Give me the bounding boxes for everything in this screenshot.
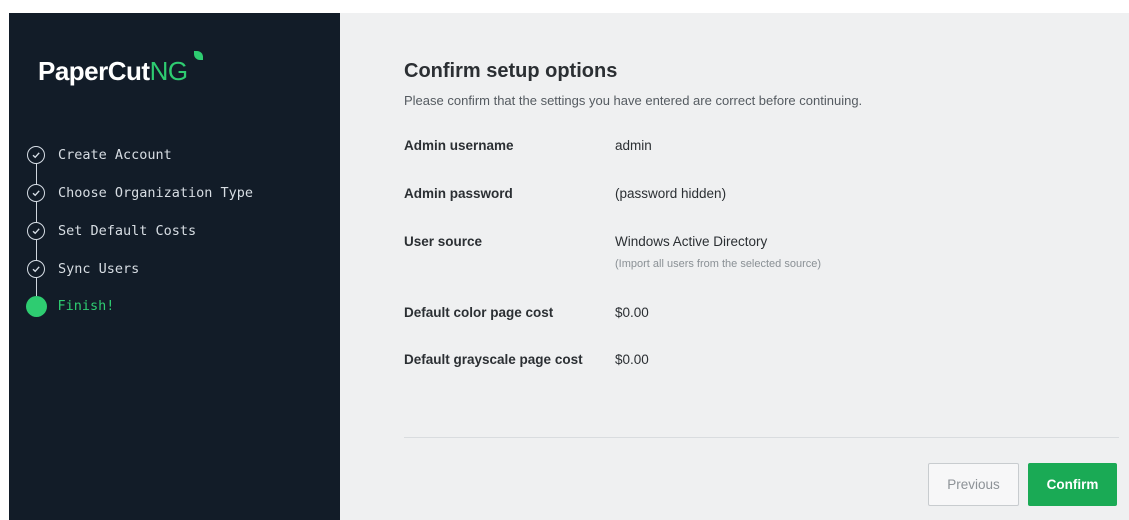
page-subtitle: Please confirm that the settings you hav… — [404, 93, 863, 108]
logo-leaf-icon — [194, 51, 203, 60]
user-source-value: Windows Active Directory — [615, 234, 768, 249]
check-circle-icon — [27, 222, 45, 240]
admin-password-value: (password hidden) — [615, 186, 727, 201]
main-panel: Confirm setup options Please confirm tha… — [340, 13, 1129, 520]
admin-username-value: admin — [615, 138, 652, 153]
step-label: Sync Users — [58, 261, 140, 277]
step-finish: Finish! — [25, 294, 115, 318]
previous-button[interactable]: Previous — [928, 463, 1019, 506]
step-set-default-costs: Set Default Costs — [27, 219, 196, 243]
step-choose-organization-type: Choose Organization Type — [27, 181, 253, 205]
default-color-cost-label: Default color page cost — [404, 305, 554, 320]
step-create-account: Create Account — [27, 143, 172, 167]
default-grayscale-cost-value: $0.00 — [615, 352, 649, 367]
step-label: Set Default Costs — [58, 223, 197, 239]
step-label: Create Account — [58, 147, 172, 163]
check-circle-icon — [27, 260, 45, 278]
user-source-hint: (Import all users from the selected sour… — [615, 258, 822, 270]
step-sync-users: Sync Users — [27, 257, 139, 281]
check-circle-icon — [27, 146, 45, 164]
admin-password-label: Admin password — [404, 186, 513, 201]
user-source-label: User source — [404, 234, 483, 249]
logo-suffix-text: NG — [149, 56, 189, 86]
default-grayscale-cost-label: Default grayscale page cost — [404, 352, 583, 367]
check-circle-icon — [27, 184, 45, 202]
page-title: Confirm setup options — [404, 60, 618, 82]
confirm-button[interactable]: Confirm — [1028, 463, 1117, 506]
footer-divider — [404, 437, 1119, 438]
step-label: Finish! — [57, 298, 115, 314]
setup-wizard: PaperCutNG Create Account Choose Organiz… — [0, 0, 1129, 520]
default-color-cost-value: $0.00 — [615, 305, 649, 320]
logo-main-text: PaperCut — [38, 56, 150, 86]
active-step-dot-icon — [25, 295, 47, 317]
papercut-logo: PaperCutNG — [38, 56, 188, 87]
step-label: Choose Organization Type — [58, 185, 254, 201]
admin-username-label: Admin username — [404, 138, 514, 153]
